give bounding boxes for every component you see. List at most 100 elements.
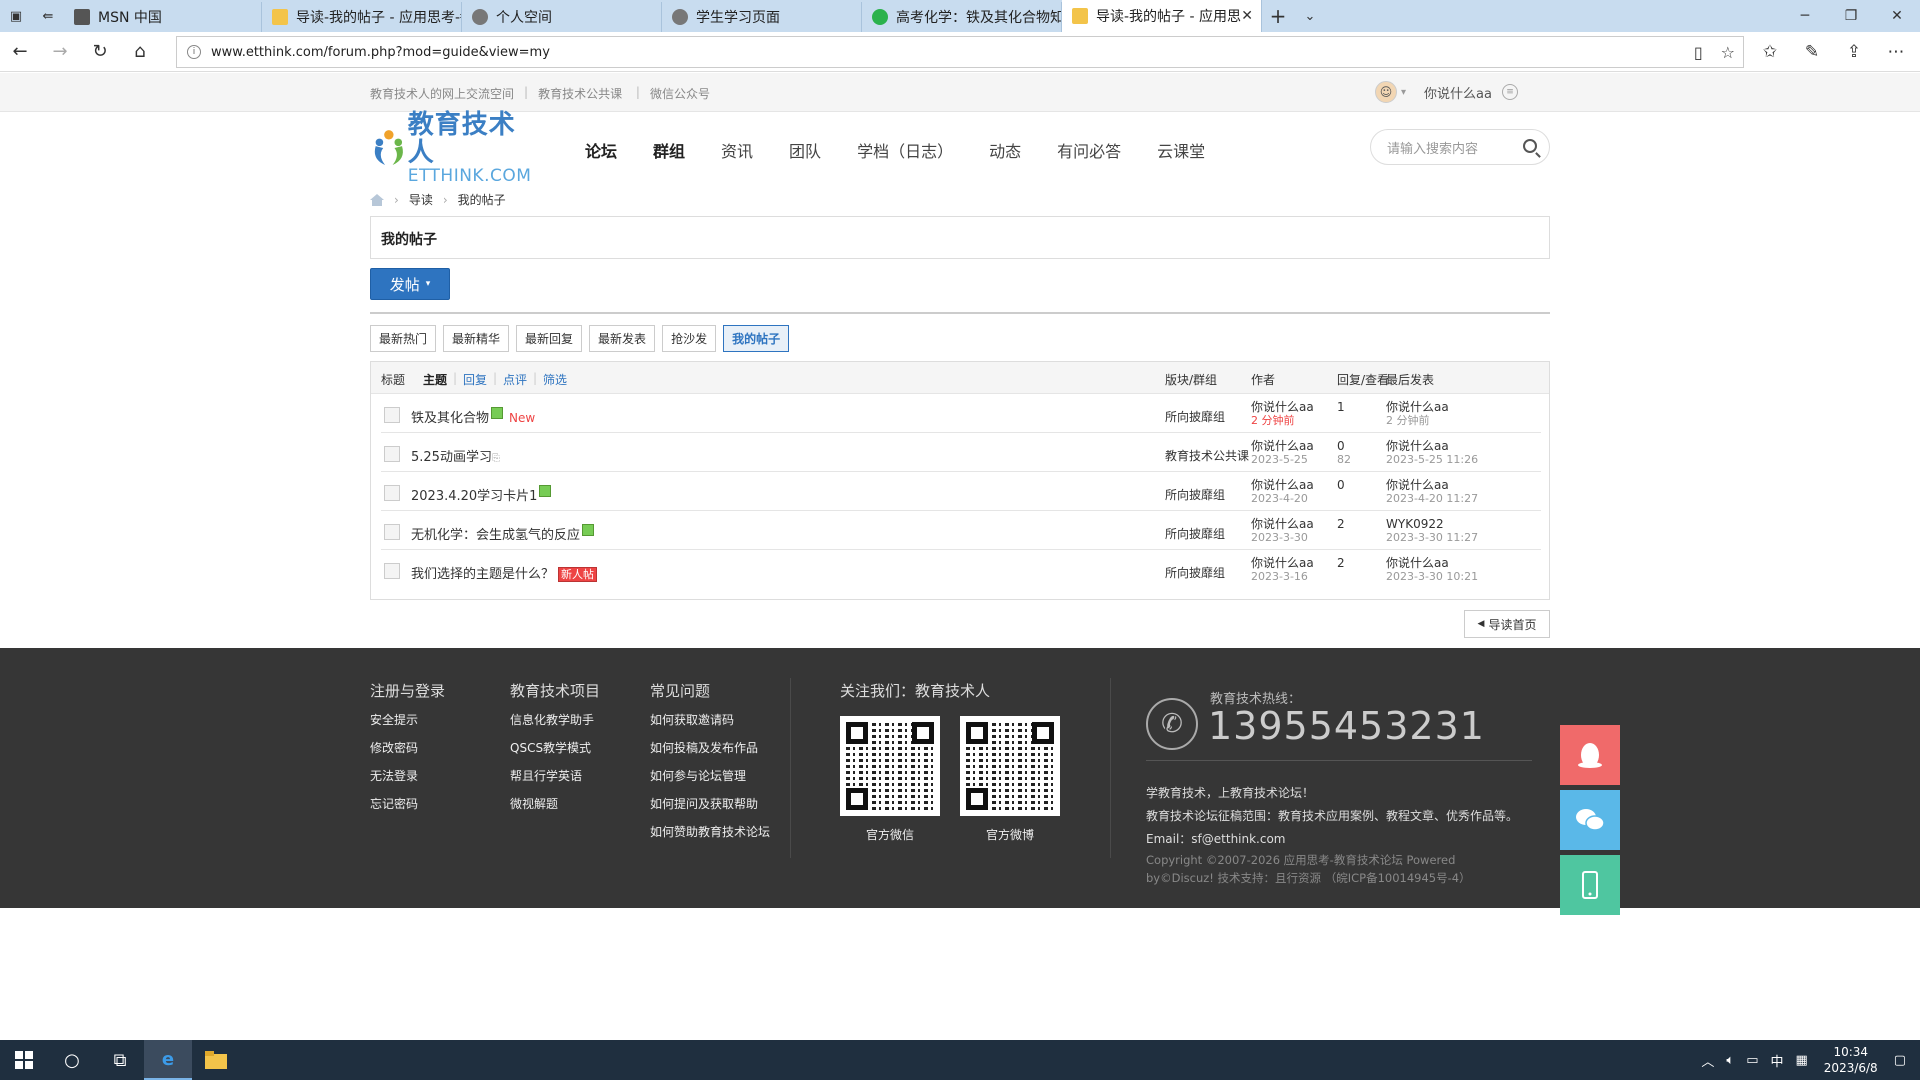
last-poster-link[interactable]: 你说什么aa <box>1386 439 1449 453</box>
thread-forum-link[interactable]: 所向披靡组 <box>1165 525 1225 542</box>
reading-view-icon[interactable]: ▯ <box>1694 43 1703 62</box>
toplink-public-course[interactable]: 教育技术公共课 <box>538 85 622 102</box>
network-icon[interactable]: ▭ <box>1746 1053 1758 1068</box>
restore-icon[interactable]: ❐ <box>1828 0 1874 32</box>
refresh-icon[interactable]: ↻ <box>80 32 120 72</box>
filter-digest[interactable]: 最新精华 <box>443 325 510 352</box>
thread-author-link[interactable]: 你说什么aa <box>1251 517 1314 531</box>
footer-link[interactable]: 如何赞助教育技术论坛 <box>650 823 770 840</box>
last-poster-link[interactable]: WYK0922 <box>1386 517 1444 531</box>
footer-link[interactable]: 如何提问及获取帮助 <box>650 795 770 812</box>
close-tab-icon[interactable]: ✕ <box>1241 8 1253 24</box>
nav-groups[interactable]: 群组 <box>653 138 685 162</box>
footer-link[interactable]: 安全提示 <box>370 711 445 728</box>
last-post-date[interactable]: 2023-4-20 11:27 <box>1386 492 1478 506</box>
avatar[interactable]: ☺ <box>1375 81 1397 103</box>
minimize-icon[interactable]: ─ <box>1782 0 1828 32</box>
site-info-icon[interactable]: i <box>187 45 201 59</box>
last-poster-link[interactable]: 你说什么aa <box>1386 400 1449 414</box>
wechat-float-button[interactable] <box>1560 790 1620 850</box>
footer-icp[interactable]: by©Discuz! 技术支持：且行资源 （皖ICP备10014945号-4） <box>1146 870 1471 886</box>
thread-forum-link[interactable]: 所向披靡组 <box>1165 564 1225 581</box>
tray-expand-icon[interactable]: ︿ <box>1701 1051 1714 1070</box>
thread-title-link[interactable]: 无机化学：会生成氢气的反应 <box>411 528 580 543</box>
qq-float-button[interactable] <box>1560 725 1620 785</box>
footer-link[interactable]: 信息化教学助手 <box>510 711 600 728</box>
last-poster-link[interactable]: 你说什么aa <box>1386 556 1449 570</box>
crumb-guide[interactable]: 导读 <box>409 191 433 208</box>
cortana-search-icon[interactable]: ○ <box>48 1040 96 1080</box>
footer-link[interactable]: 如何参与论坛管理 <box>650 767 770 784</box>
new-post-button[interactable]: 发帖 ▾ <box>370 268 450 300</box>
last-post-date[interactable]: 2023-5-25 11:26 <box>1386 453 1478 467</box>
filter-sofa[interactable]: 抢沙发 <box>662 325 717 352</box>
tab-topics[interactable]: 主题 <box>423 371 447 388</box>
last-poster-link[interactable]: 你说什么aa <box>1386 478 1449 492</box>
tab-actions-icon[interactable]: ▣ <box>0 0 32 32</box>
thread-author-link[interactable]: 你说什么aa <box>1251 439 1314 453</box>
tab-personal-space[interactable]: 个人空间 <box>462 2 662 32</box>
tab-guide-1[interactable]: 导读-我的帖子 - 应用思考-ŧ <box>262 2 462 32</box>
footer-link[interactable]: 无法登录 <box>370 767 445 784</box>
back-icon[interactable]: ← <box>0 32 40 72</box>
tab-list-chevron-icon[interactable]: ⌄ <box>1294 0 1326 32</box>
file-explorer-icon[interactable] <box>192 1040 240 1080</box>
tab-guide-active[interactable]: 导读-我的帖子 - 应用思 ✕ <box>1062 0 1262 32</box>
thread-forum-link[interactable]: 所向披靡组 <box>1165 486 1225 503</box>
input-mode-icon[interactable]: ▦ <box>1796 1053 1808 1068</box>
ime-indicator[interactable]: 中 <box>1770 1051 1783 1070</box>
search-input[interactable]: 请输入搜索内容 <box>1370 129 1550 165</box>
back-to-guide-button[interactable]: ◀ 导读首页 <box>1464 610 1550 638</box>
menu-icon[interactable]: ≡ <box>1501 84 1518 100</box>
filter-my-posts[interactable]: 我的帖子 <box>723 325 790 352</box>
filter-hot[interactable]: 最新热门 <box>370 325 437 352</box>
toplink-wechat[interactable]: 微信公众号 <box>650 85 710 102</box>
footer-link[interactable]: 帮且行学英语 <box>510 767 600 784</box>
thread-author-link[interactable]: 你说什么aa <box>1251 556 1314 570</box>
footer-link[interactable]: 修改密码 <box>370 739 445 756</box>
close-window-icon[interactable]: ✕ <box>1874 0 1920 32</box>
thread-title-link[interactable]: 2023.4.20学习卡片1 <box>411 489 537 504</box>
thread-title-link[interactable]: 5.25动画学习 <box>411 450 492 465</box>
last-post-date[interactable]: 2023-3-30 11:27 <box>1386 531 1478 545</box>
thread-title-link[interactable]: 铁及其化合物 <box>411 411 489 426</box>
footer-link[interactable]: QSCS教学模式 <box>510 739 600 756</box>
set-aside-tabs-icon[interactable]: ⇚ <box>32 0 64 32</box>
footer-link[interactable]: 如何获取邀请码 <box>650 711 770 728</box>
more-icon[interactable]: ⋯ <box>1882 42 1910 62</box>
task-view-icon[interactable]: ⧉ <box>96 1040 144 1080</box>
tab-filter[interactable]: 筛选 <box>543 371 567 388</box>
footer-link[interactable]: 忘记密码 <box>370 795 445 812</box>
toplink-home-space[interactable]: 教育技术人的网上交流空间 <box>370 85 514 102</box>
search-icon[interactable] <box>1523 139 1537 153</box>
tab-replies[interactable]: 回复 <box>463 371 487 388</box>
windows-start-icon[interactable] <box>0 1040 48 1080</box>
nav-blog[interactable]: 学档（日志） <box>857 138 953 162</box>
home-icon[interactable]: ⌂ <box>120 32 160 72</box>
forward-icon[interactable]: → <box>40 32 80 72</box>
footer-link[interactable]: 如何投稿及发布作品 <box>650 739 770 756</box>
tab-chemistry[interactable]: 高考化学：铁及其化合物知 <box>862 2 1062 32</box>
nav-cloud-class[interactable]: 云课堂 <box>1157 138 1205 162</box>
chevron-down-icon[interactable]: ▾ <box>1401 87 1406 98</box>
notification-icon[interactable]: ▢ <box>1894 1053 1906 1068</box>
url-input[interactable]: i www.etthink.com/forum.php?mod=guide&vi… <box>176 36 1744 68</box>
last-post-date[interactable]: 2023-3-30 10:21 <box>1386 570 1478 584</box>
volume-icon[interactable]: 🔈︎ <box>1726 1053 1734 1068</box>
thread-author-link[interactable]: 你说什么aa <box>1251 478 1314 492</box>
nav-qa[interactable]: 有问必答 <box>1057 138 1121 162</box>
favorites-hub-icon[interactable]: ✩ <box>1756 42 1784 62</box>
thread-author-link[interactable]: 你说什么aa <box>1251 400 1314 414</box>
footer-email[interactable]: Email：sf@etthink.com <box>1146 830 1286 847</box>
filter-new-post[interactable]: 最新发表 <box>589 325 656 352</box>
crumb-my-posts[interactable]: 我的帖子 <box>458 191 506 208</box>
pen-icon[interactable]: ✎ <box>1798 42 1826 62</box>
tab-msn[interactable]: MSN 中国 <box>64 2 262 32</box>
thread-title-link[interactable]: 我们选择的主题是什么？ <box>411 567 554 582</box>
footer-link[interactable]: 微视解题 <box>510 795 600 812</box>
new-tab-icon[interactable]: + <box>1262 0 1294 32</box>
nav-forum[interactable]: 论坛 <box>585 138 617 162</box>
site-logo[interactable]: 教育技术人 ETTHINK.COM <box>370 111 535 185</box>
filter-new-reply[interactable]: 最新回复 <box>516 325 583 352</box>
nav-news[interactable]: 资讯 <box>721 138 753 162</box>
